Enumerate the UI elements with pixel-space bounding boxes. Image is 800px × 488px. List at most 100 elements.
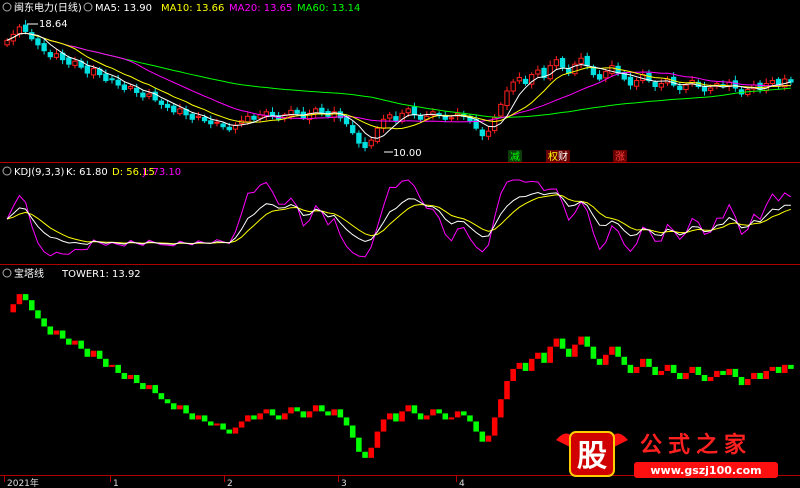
- tower-bar: [343, 417, 350, 426]
- tower-bar: [72, 340, 78, 345]
- tower-bar: [103, 358, 109, 367]
- candle-body: [189, 113, 195, 120]
- ma10-label: MA10: 13.66: [161, 3, 224, 14]
- tower-bar: [732, 368, 739, 377]
- tower-bar: [584, 336, 591, 347]
- candle-body: [103, 73, 109, 82]
- tower-bar: [707, 377, 714, 382]
- tower-bar: [670, 364, 677, 373]
- tower-bar: [90, 350, 97, 357]
- candle-body: [769, 80, 776, 85]
- x-tick-label: 1: [113, 479, 119, 488]
- tower-bar: [356, 437, 362, 452]
- tower-bar: [127, 374, 134, 380]
- event-tag-reduce[interactable]: 减: [510, 151, 520, 163]
- candle-body: [677, 85, 683, 90]
- tower-bar: [646, 358, 652, 367]
- kdj-settings-icon[interactable]: [2, 166, 12, 176]
- candle-body: [448, 117, 455, 120]
- tower-settings-icon[interactable]: [2, 268, 12, 278]
- tower-bar: [522, 362, 529, 371]
- candle-body: [201, 116, 208, 122]
- candle-body: [356, 132, 362, 144]
- tower-bar: [565, 348, 572, 357]
- x-tick-label: 3: [341, 479, 347, 488]
- tower-bar: [689, 366, 695, 373]
- tower-bar: [751, 372, 757, 380]
- tower-bar: [28, 300, 35, 311]
- candle-body: [41, 43, 47, 52]
- candle-body: [16, 26, 23, 35]
- tower-bar: [633, 366, 640, 373]
- tower-bar: [183, 405, 189, 414]
- candle-body: [652, 81, 658, 88]
- tower-bar: [238, 421, 245, 428]
- tower-bar: [510, 368, 516, 382]
- candle-body: [115, 79, 121, 86]
- event-tags[interactable]: 减 权 财 涨: [508, 150, 627, 163]
- candle-body: [405, 108, 411, 114]
- kdj-j-value: J: 73.10: [142, 167, 181, 178]
- tower-bar: [430, 409, 436, 416]
- tower-bar: [10, 304, 17, 313]
- ma60-label: MA60: 13.14: [297, 3, 360, 14]
- tower-bar: [788, 364, 794, 369]
- tower-bar: [559, 338, 566, 349]
- tower-bar: [214, 423, 220, 426]
- tower-bar: [541, 352, 547, 363]
- tower-bar: [442, 413, 449, 420]
- tower-bar: [491, 417, 498, 436]
- candle-body: [362, 142, 368, 149]
- candle-body: [121, 84, 128, 90]
- stock-chart[interactable]: 2021年 1 2 3 4 闽东电力(日线) MA5: 13.90 MA10: 13.6…: [0, 0, 800, 488]
- tower-bar: [535, 352, 541, 359]
- tower-bar: [399, 411, 405, 422]
- tower-bar: [590, 346, 597, 359]
- tower-bar: [448, 417, 455, 420]
- tower-bar: [300, 411, 307, 418]
- tower-bar: [226, 429, 233, 434]
- candle-body: [220, 123, 226, 128]
- candle-body: [109, 78, 115, 81]
- event-tag-right[interactable]: 权: [548, 150, 558, 163]
- tower-bar: [331, 409, 337, 416]
- watermark-url: www.gszj100.com: [650, 464, 761, 477]
- tower-bar: [35, 310, 41, 319]
- tower-bar: [454, 411, 461, 418]
- event-tag-finance[interactable]: 财: [558, 150, 568, 163]
- candle-body: [350, 125, 356, 134]
- candle-body: [504, 90, 510, 107]
- tower-bar: [269, 409, 276, 416]
- candle-body: [584, 55, 590, 67]
- tower-bar: [133, 374, 140, 384]
- x-tick-label: 2021年: [7, 477, 39, 488]
- candle-body: [683, 84, 689, 90]
- ma5-label: MA5: 13.90: [95, 3, 152, 14]
- settings-icon[interactable]: [2, 2, 12, 12]
- ma20-label: MA20: 13.65: [229, 3, 292, 14]
- tower-bar: [720, 370, 726, 375]
- tower-bar: [473, 421, 479, 432]
- tower-bar: [380, 419, 387, 432]
- watermark: 股 公式之家 www.gszj100.com: [556, 431, 778, 478]
- ma-settings-icon[interactable]: [83, 2, 93, 12]
- candle-body: [84, 65, 90, 74]
- event-tag-up[interactable]: 涨: [615, 151, 625, 163]
- candle-body: [559, 58, 566, 68]
- high-price-label: 18.64: [39, 19, 68, 30]
- tower-bar: [781, 364, 788, 373]
- tower-bar: [312, 405, 319, 412]
- candle-body: [146, 93, 152, 97]
- candle-body: [140, 92, 146, 98]
- tower-bar: [467, 415, 473, 422]
- candle-body: [547, 65, 553, 80]
- tower-bar: [436, 409, 442, 414]
- tower-bar: [417, 413, 424, 420]
- tower-bar: [609, 346, 615, 355]
- candle-body: [479, 129, 485, 137]
- tower-bar: [164, 399, 171, 404]
- candle-body: [53, 53, 60, 58]
- candle-body: [498, 103, 504, 117]
- tower-bar: [170, 403, 177, 410]
- candle-body: [788, 79, 794, 83]
